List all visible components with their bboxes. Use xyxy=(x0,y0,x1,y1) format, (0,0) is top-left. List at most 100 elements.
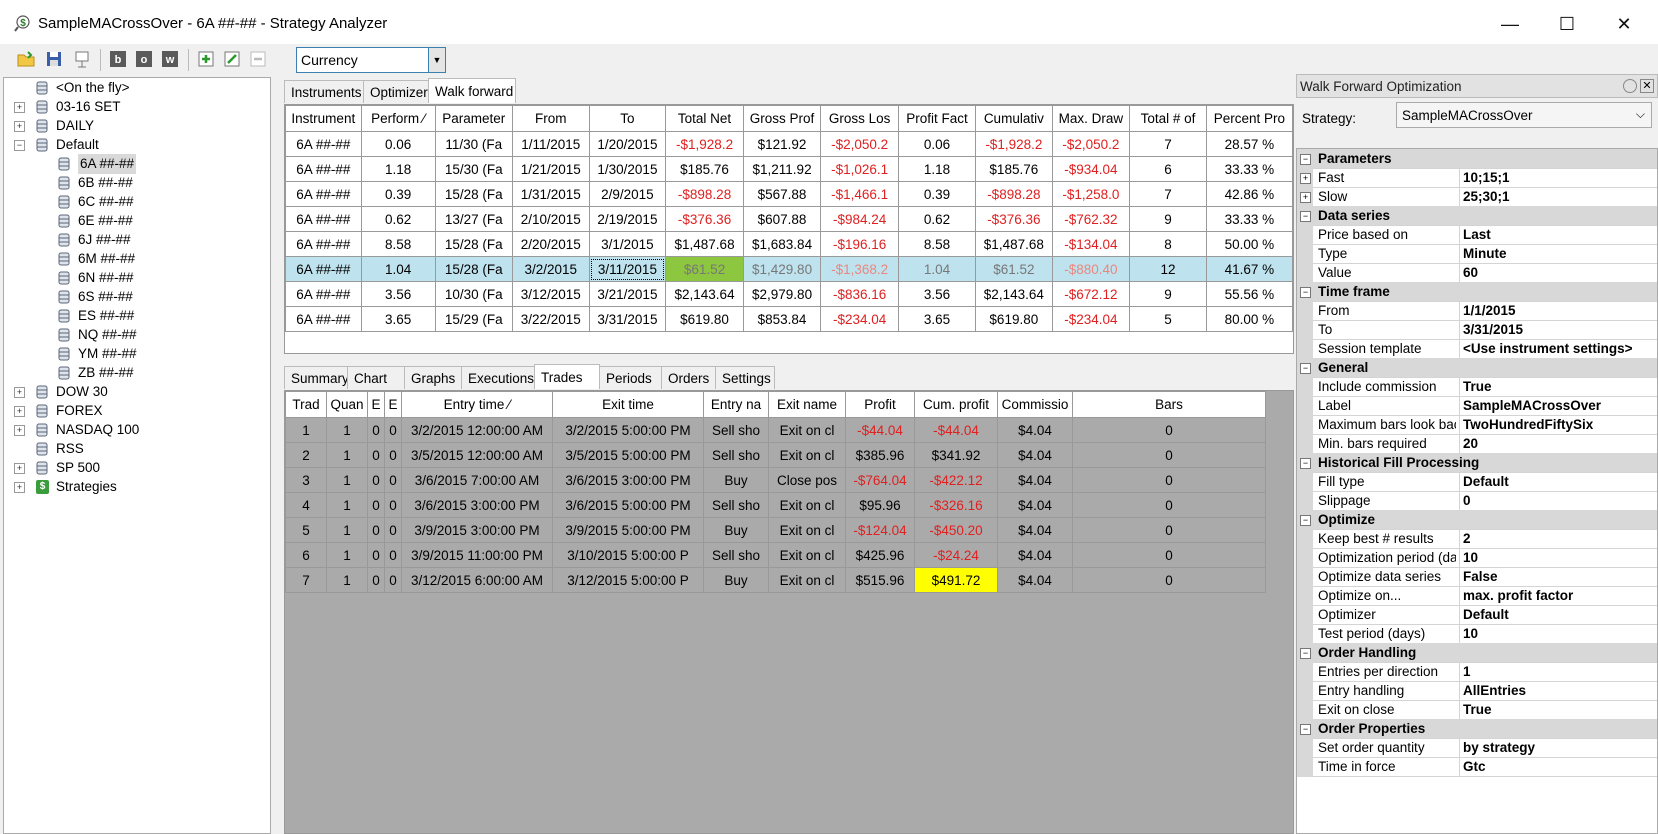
property-value[interactable]: Default xyxy=(1463,474,1657,489)
column-header-exit-name[interactable]: Exit name xyxy=(768,391,846,418)
column-header-gross-los[interactable]: Gross Los xyxy=(820,105,900,132)
column-header-total-net[interactable]: Total Net xyxy=(665,105,744,132)
category-parameters[interactable]: − Parameters xyxy=(1297,149,1657,169)
column-header-perform[interactable]: Perform ⁄ xyxy=(360,105,436,132)
column-header-gross-prof[interactable]: Gross Prof xyxy=(742,105,822,132)
expand-toggle-icon[interactable]: − xyxy=(1300,458,1311,469)
tree-item-dow-30[interactable]: + DOW 30 xyxy=(4,382,264,402)
property-value[interactable]: <Use instrument settings> xyxy=(1463,341,1657,356)
tree-item-daily[interactable]: + DAILY xyxy=(4,116,264,136)
column-header-exit-time[interactable]: Exit time xyxy=(552,391,704,418)
property-value[interactable]: 10 xyxy=(1463,626,1657,641)
close-button[interactable]: ✕ xyxy=(1612,12,1636,36)
property-price-based-on[interactable]: Price based on Last xyxy=(1297,225,1657,245)
column-header-cum-profit[interactable]: Cum. profit xyxy=(914,391,998,418)
table-row[interactable]: 6A ##-## 0.62 13/27 (Fa 2/10/2015 2/19/2015-… xyxy=(285,206,1293,232)
tree-item-nasdaq-100[interactable]: + NASDAQ 100 xyxy=(4,420,264,440)
category-order-handling[interactable]: − Order Handling xyxy=(1297,643,1657,663)
property-optimization-period-da[interactable]: Optimization period (da 10 xyxy=(1297,548,1657,568)
column-header-cumulativ[interactable]: Cumulativ xyxy=(974,105,1053,132)
tree-item-ym[interactable]: YM ##-## xyxy=(4,344,264,364)
column-header-e[interactable]: E xyxy=(367,391,385,418)
column-header-total-of[interactable]: Total # of xyxy=(1129,105,1207,132)
expand-toggle-icon[interactable]: + xyxy=(14,463,25,474)
category-time-frame[interactable]: − Time frame xyxy=(1297,282,1657,302)
tree-item-6s[interactable]: 6S ##-## xyxy=(4,287,264,307)
property-value[interactable]: SampleMACrossOver xyxy=(1463,398,1657,413)
currency-select[interactable]: Currency ▼ xyxy=(296,47,446,73)
property-value[interactable]: 3/31/2015 xyxy=(1463,322,1657,337)
tree-item-on-the-fly[interactable]: <On the fly> xyxy=(4,78,264,98)
edit-icon[interactable] xyxy=(222,49,242,69)
table-row[interactable]: 4 1 0 0 3/6/2015 3:00:00 PM 3/6/2015 5:00:00 … xyxy=(285,492,1266,518)
property-exit-on-close[interactable]: Exit on close True xyxy=(1297,700,1657,720)
pin-icon[interactable] xyxy=(1623,79,1637,93)
expand-toggle-icon[interactable]: + xyxy=(14,482,25,493)
category-order-properties[interactable]: − Order Properties xyxy=(1297,719,1657,739)
property-fast[interactable]: + Fast 10;15;1 xyxy=(1297,168,1657,188)
horizontal-splitter[interactable] xyxy=(282,357,1294,365)
tree-item-strategies[interactable]: + $ Strategies xyxy=(4,477,264,497)
column-header-entry-na[interactable]: Entry na xyxy=(703,391,769,418)
column-header-profit[interactable]: Profit xyxy=(845,391,915,418)
column-header-commissio[interactable]: Commissio xyxy=(997,391,1073,418)
table-row[interactable]: 3 1 0 0 3/6/2015 7:00:00 AM 3/6/2015 3:00:00 … xyxy=(285,467,1266,493)
remove-icon[interactable] xyxy=(248,49,268,69)
property-type[interactable]: Type Minute xyxy=(1297,244,1657,264)
strategy-select[interactable]: SampleMACrossOver ⌵ xyxy=(1396,102,1652,128)
expand-toggle-icon[interactable]: − xyxy=(1300,515,1311,526)
w-button-icon[interactable]: w xyxy=(160,49,180,69)
o-button-icon[interactable]: o xyxy=(134,49,154,69)
property-from[interactable]: From 1/1/2015 xyxy=(1297,301,1657,321)
property-maximum-bars-look-bac[interactable]: Maximum bars look bac TwoHundredFiftySix xyxy=(1297,415,1657,435)
property-value[interactable]: AllEntries xyxy=(1463,683,1657,698)
category-optimize[interactable]: − Optimize xyxy=(1297,510,1657,530)
property-test-period-days[interactable]: Test period (days) 10 xyxy=(1297,624,1657,644)
expand-toggle-icon[interactable]: + xyxy=(1300,173,1311,184)
tree-item-03-16-set[interactable]: +03-16 SET xyxy=(4,97,264,117)
property-value[interactable]: max. profit factor xyxy=(1463,588,1657,603)
tab-graphs[interactable]: Graphs xyxy=(404,366,462,389)
maximize-button[interactable]: ☐ xyxy=(1555,12,1579,36)
tree-item-forex[interactable]: + FOREX xyxy=(4,401,264,421)
property-entries-per-direction[interactable]: Entries per direction 1 xyxy=(1297,662,1657,682)
property-optimizer[interactable]: Optimizer Default xyxy=(1297,605,1657,625)
category-historical-fill-processing[interactable]: − Historical Fill Processing xyxy=(1297,453,1657,473)
open-folder-icon[interactable] xyxy=(16,49,36,69)
tab-walk-forward[interactable]: Walk forward xyxy=(428,78,516,103)
tree-item-rss[interactable]: RSS xyxy=(4,439,264,459)
tab-orders[interactable]: Orders xyxy=(661,366,716,389)
expand-toggle-icon[interactable]: − xyxy=(14,140,25,151)
expand-toggle-icon[interactable]: − xyxy=(1300,287,1311,298)
property-value[interactable]: 60 xyxy=(1463,265,1657,280)
property-value[interactable]: Gtc xyxy=(1463,759,1657,774)
expand-toggle-icon[interactable]: + xyxy=(14,102,25,113)
tree-item-6e[interactable]: 6E ##-## xyxy=(4,211,264,231)
property-session-template[interactable]: Session template <Use instrument settings… xyxy=(1297,339,1657,359)
expand-toggle-icon[interactable]: − xyxy=(1300,211,1311,222)
tree-item-6c[interactable]: 6C ##-## xyxy=(4,192,264,212)
title-bar[interactable]: $ SampleMACrossOver - 6A ##-## - Strateg… xyxy=(0,0,1658,44)
column-header-quan[interactable]: Quan xyxy=(326,391,368,418)
property-to[interactable]: To 3/31/2015 xyxy=(1297,320,1657,340)
property-set-order-quantity[interactable]: Set order quantity by strategy xyxy=(1297,738,1657,758)
table-row[interactable]: 6A ##-## 3.65 15/29 (Fa 3/22/2015 3/31/2015 $… xyxy=(285,306,1293,332)
chevron-down-icon[interactable]: ⌵ xyxy=(1636,107,1645,122)
tab-chart[interactable]: Chart xyxy=(347,366,405,389)
b-button-icon[interactable]: b xyxy=(108,49,128,69)
save-icon[interactable] xyxy=(44,49,64,69)
tree-item-6n[interactable]: 6N ##-## xyxy=(4,268,264,288)
category-general[interactable]: − General xyxy=(1297,358,1657,378)
table-row[interactable]: 6A ##-## 1.18 15/30 (Fa 1/21/2015 1/30/2015 $… xyxy=(285,156,1293,182)
property-label[interactable]: Label SampleMACrossOver xyxy=(1297,396,1657,416)
tree-item-6a[interactable]: 6A ##-## xyxy=(4,154,264,174)
tree-item-default[interactable]: − Default xyxy=(4,135,264,155)
property-slow[interactable]: + Slow 25;30;1 xyxy=(1297,187,1657,207)
table-row[interactable]: 5 1 0 0 3/9/2015 3:00:00 PM 3/9/2015 5:00:00 … xyxy=(285,517,1266,543)
property-slippage[interactable]: Slippage 0 xyxy=(1297,491,1657,511)
column-header-e[interactable]: E xyxy=(384,391,402,418)
table-row[interactable]: 6A ##-## 0.39 15/28 (Fa 1/31/2015 2/9/2015 -$… xyxy=(285,181,1293,207)
property-fill-type[interactable]: Fill type Default xyxy=(1297,472,1657,492)
tree-item-zb[interactable]: ZB ##-## xyxy=(4,363,264,383)
minimize-button[interactable]: — xyxy=(1498,12,1522,36)
